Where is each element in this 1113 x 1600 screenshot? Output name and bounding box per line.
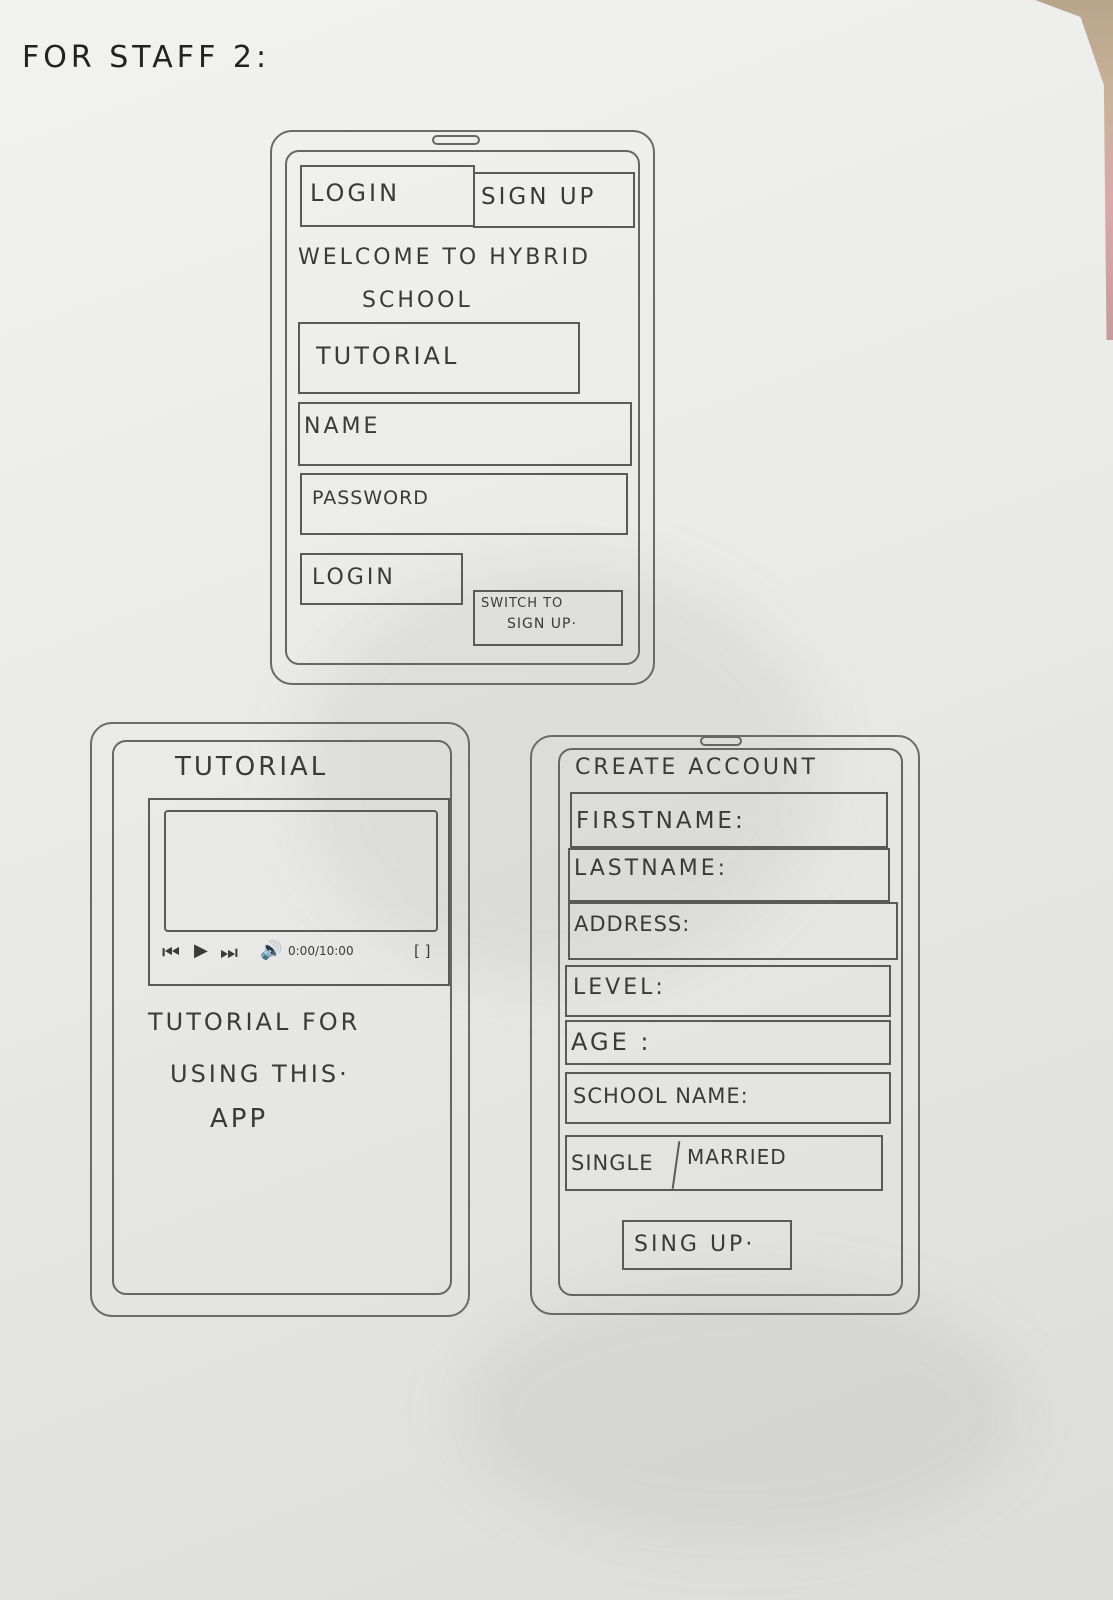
tutorial-description-line2: USING THIS·: [170, 1060, 350, 1088]
tutorial-title: TUTORIAL: [175, 752, 329, 782]
phone-signup-speaker: [700, 736, 742, 746]
toggle-divider: [671, 1141, 681, 1189]
switch-to-signup-label-line2: SIGN UP·: [507, 616, 577, 632]
tab-signup-label: SIGN UP: [481, 184, 597, 210]
hand-shadow-lower: [460, 1280, 1020, 1540]
fullscreen-icon[interactable]: [ ]: [414, 942, 430, 960]
lastname-label: LASTNAME:: [574, 856, 729, 881]
level-label: LEVEL:: [573, 975, 666, 1000]
tab-login-label: LOGIN: [310, 179, 401, 207]
age-label: AGE :: [571, 1028, 652, 1056]
login-button[interactable]: LOGIN: [300, 553, 463, 605]
school-name-label: SCHOOL NAME:: [573, 1084, 749, 1108]
video-player[interactable]: ⏮ ▶ ⏭ 🔊 0:00/10:00 [ ]: [148, 798, 450, 986]
name-field-placeholder: NAME: [304, 414, 381, 439]
age-field[interactable]: AGE :: [565, 1020, 891, 1065]
password-field-placeholder: PASSWORD: [312, 487, 429, 509]
tutorial-description-line1: TUTORIAL FOR: [148, 1008, 361, 1036]
firstname-label: FIRSTNAME:: [576, 808, 746, 834]
tab-signup[interactable]: SIGN UP: [473, 172, 635, 228]
level-field[interactable]: LEVEL:: [565, 965, 891, 1017]
welcome-heading-line2: SCHOOL: [362, 288, 473, 313]
tutorial-button-label: TUTORIAL: [316, 342, 460, 370]
lastname-field[interactable]: LASTNAME:: [568, 848, 890, 902]
address-field[interactable]: ADDRESS:: [568, 902, 898, 960]
switch-to-signup-button[interactable]: SWITCH TO SIGN UP·: [473, 590, 623, 646]
marital-status-toggle[interactable]: SINGLE MARRIED: [565, 1135, 883, 1191]
school-name-field[interactable]: SCHOOL NAME:: [565, 1072, 891, 1124]
next-icon[interactable]: ⏭: [220, 940, 238, 964]
firstname-field[interactable]: FIRSTNAME:: [570, 792, 888, 848]
name-field[interactable]: NAME: [298, 402, 632, 466]
tab-login[interactable]: LOGIN: [300, 165, 475, 227]
video-area[interactable]: [164, 810, 438, 932]
login-button-label: LOGIN: [312, 565, 396, 590]
create-account-title: CREATE ACCOUNT: [575, 755, 818, 780]
password-field[interactable]: PASSWORD: [300, 473, 628, 535]
switch-to-signup-label-line1: SWITCH TO: [481, 596, 564, 611]
signup-button[interactable]: SING UP·: [622, 1220, 792, 1270]
single-option[interactable]: SINGLE: [571, 1151, 653, 1175]
controls-bar: ⏮ ▶ ⏭ 🔊 0:00/10:00 [ ]: [162, 940, 442, 966]
volume-icon[interactable]: 🔊: [260, 940, 282, 961]
phone-speaker: [432, 135, 480, 145]
page-title: FOR STAFF 2:: [22, 40, 271, 75]
video-time: 0:00/10:00: [288, 944, 354, 958]
signup-button-label: SING UP·: [634, 1232, 756, 1257]
address-label: ADDRESS:: [574, 912, 691, 936]
previous-icon[interactable]: ⏮: [162, 940, 180, 964]
tutorial-button[interactable]: TUTORIAL: [298, 322, 580, 394]
play-icon[interactable]: ▶: [194, 940, 208, 961]
tutorial-description-line3: APP: [210, 1104, 269, 1134]
welcome-heading: WELCOME TO HYBRID: [298, 245, 591, 270]
married-option[interactable]: MARRIED: [687, 1145, 787, 1169]
